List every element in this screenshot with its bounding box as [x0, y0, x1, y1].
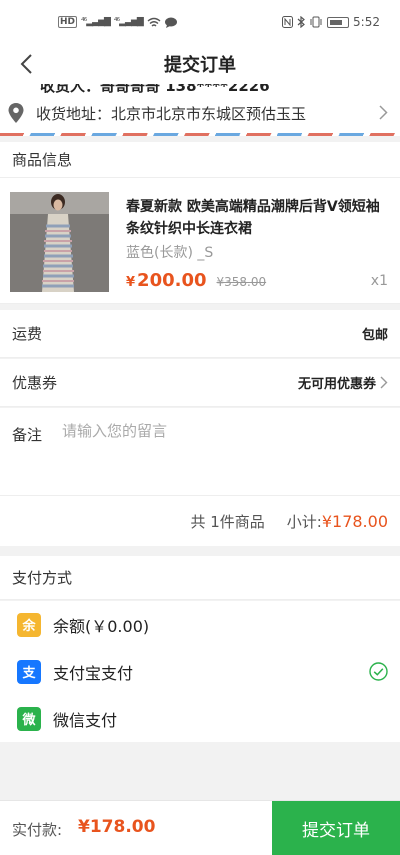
payment-option-wechat[interactable]: 微 微信支付	[0, 695, 400, 742]
payment-option-alipay[interactable]: 支 支付宝支付	[0, 648, 400, 695]
remark-label: 备注	[12, 426, 43, 444]
chevron-right-icon	[380, 376, 388, 389]
product-image-illustration	[10, 192, 109, 292]
product-price-row: ¥200.00 ¥358.00	[126, 270, 266, 291]
signal-label: ⁴⁶	[81, 17, 87, 27]
signal-icon: ⁴⁶▂▃▅▇	[81, 17, 111, 27]
shipping-row: 运费 包邮	[0, 310, 400, 358]
address-row[interactable]: 收货地址：北京市北京市东城区预估玉玉	[0, 100, 400, 126]
address-section[interactable]: 收货人：哥哥哥哥 138****2226 收货地址：北京市北京市东城区预估玉玉	[0, 84, 400, 136]
shipping-label: 运费	[12, 325, 43, 343]
battery-icon	[327, 16, 350, 28]
total-amount: ¥178.00	[78, 817, 156, 837]
product-original-price: ¥358.00	[216, 275, 267, 289]
nav-bar: 提交订单	[0, 44, 400, 84]
hd-icon: HD	[58, 16, 78, 28]
product-image[interactable]	[10, 192, 109, 292]
product-quantity: x1	[370, 273, 388, 289]
product-title: 春夏新款 欧美高端精品潮牌后背V领短袖条纹针织中长连衣裙	[126, 199, 380, 237]
checkout-bar: 实付款: ¥178.00 提交订单	[0, 800, 400, 855]
signal-icon: ⁴⁶▂▃▅▇	[113, 17, 144, 27]
product-price: ¥200.00	[126, 270, 207, 291]
vibrate-icon	[310, 16, 322, 28]
product-spec: 蓝色(长款) _S	[126, 245, 214, 261]
payment-option-label: 支付宝支付	[53, 663, 134, 683]
coupon-label: 优惠券	[12, 374, 58, 392]
nfc-icon	[282, 16, 294, 28]
remark-section: 备注	[0, 408, 400, 496]
remark-input[interactable]	[62, 420, 382, 480]
balance-icon: 余	[17, 612, 41, 637]
coupon-value-group: 无可用优惠券	[298, 373, 388, 392]
back-button[interactable]	[12, 50, 40, 78]
product-price-value: 200.00	[137, 270, 207, 291]
status-bar: HD ⁴⁶▂▃▅▇ ⁴⁶▂▃▅▇ 5:52	[0, 0, 400, 44]
chevron-left-icon	[20, 54, 32, 74]
product-item[interactable]: 春夏新款 欧美高端精品潮牌后背V领短袖条纹针织中长连衣裙 蓝色(长款) _S ¥…	[0, 178, 400, 304]
payment-option-balance[interactable]: 余 余额(￥0.00)	[0, 601, 400, 648]
status-time: 5:52	[353, 15, 380, 29]
coupon-row[interactable]: 优惠券 无可用优惠券	[0, 359, 400, 407]
address-stripe-divider	[0, 133, 400, 136]
total-label: 实付款:	[12, 821, 63, 839]
wechat-icon: 微	[17, 706, 41, 731]
address-value: 北京市北京市东城区预估玉玉	[111, 104, 307, 123]
wifi-icon	[147, 17, 161, 27]
subtotal-label: 小计:	[286, 512, 322, 531]
address-label: 收货地址：	[36, 104, 112, 123]
subtotal-amount: ¥178.00	[321, 511, 388, 531]
payment-section-header: 支付方式	[0, 556, 400, 600]
signal-label: ⁴⁶	[113, 17, 120, 27]
chat-icon	[164, 17, 177, 28]
check-circle-icon[interactable]	[369, 662, 388, 681]
chevron-right-icon	[379, 105, 388, 120]
bluetooth-icon	[297, 16, 305, 28]
item-count: 共 1件商品	[190, 512, 265, 531]
status-right: 5:52	[282, 15, 380, 29]
location-pin-icon	[8, 103, 24, 123]
payment-option-label: 微信支付	[53, 710, 118, 730]
status-left: HD ⁴⁶▂▃▅▇ ⁴⁶▂▃▅▇	[58, 16, 177, 28]
currency-symbol: ¥	[126, 275, 136, 290]
subtotal-row: 共 1件商品 小计: ¥178.00	[0, 496, 400, 546]
shipping-value: 包邮	[361, 328, 388, 343]
submit-order-button[interactable]: 提交订单	[272, 801, 400, 855]
alipay-icon: 支	[17, 659, 41, 684]
coupon-value: 无可用优惠券	[297, 377, 376, 392]
page-title: 提交订单	[164, 55, 236, 76]
address-contact: 收货人：哥哥哥哥 138****2226	[40, 84, 270, 95]
address-text: 收货地址：北京市北京市东城区预估玉玉	[36, 103, 306, 124]
goods-section-header: 商品信息	[0, 142, 400, 178]
payment-option-label: 余额(￥0.00)	[53, 616, 150, 636]
